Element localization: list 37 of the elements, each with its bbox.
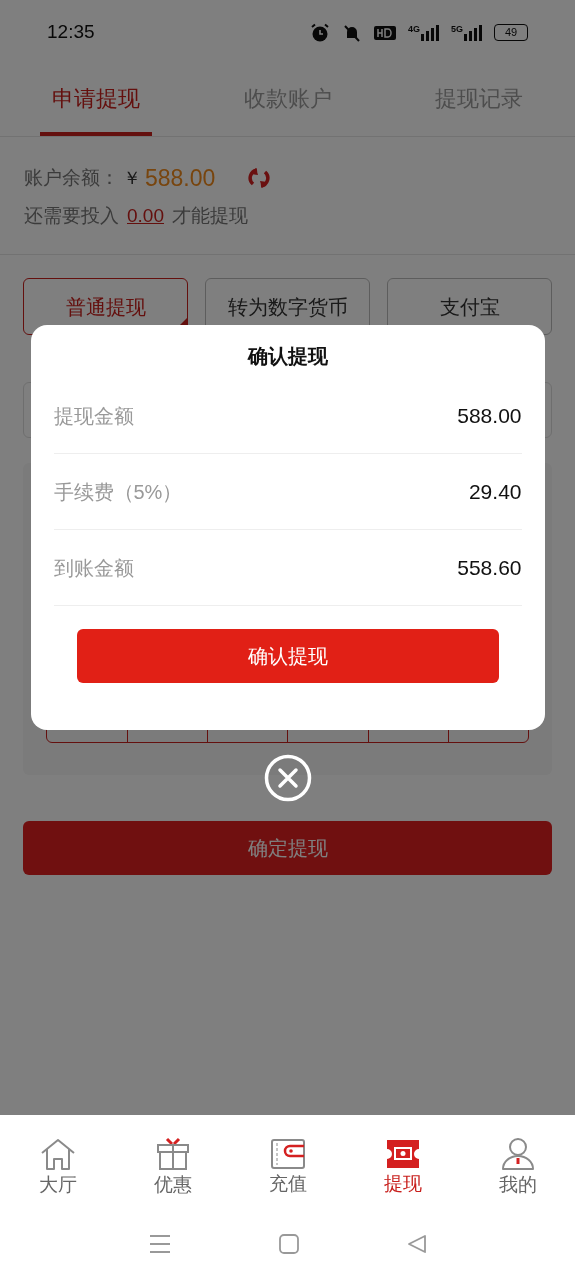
requirement-text: 才能提现 — [172, 203, 248, 228]
submit-button[interactable]: 确定提现 — [23, 821, 552, 875]
row-value: 588.00 — [457, 402, 522, 429]
balance-amount: 588.00 — [145, 164, 216, 193]
requirement-text: 还需要投入 — [24, 203, 119, 228]
row-value: 29.40 — [468, 478, 522, 505]
nav-item[interactable]: 提现 — [345, 1137, 460, 1193]
network-label: 5G — [451, 24, 463, 34]
hd-icon — [373, 24, 396, 41]
tab[interactable]: 申请提现 — [40, 65, 152, 136]
menu-icon[interactable] — [148, 1233, 171, 1254]
required-amount: 0.00 — [127, 203, 164, 228]
nav-item[interactable]: 大厅 — [0, 1136, 115, 1194]
home-square-icon[interactable] — [278, 1233, 299, 1254]
signal-icon — [421, 24, 439, 41]
nav-item[interactable]: 充值 — [230, 1137, 345, 1193]
confirm-button[interactable]: 确认提现 — [76, 629, 499, 683]
close-icon[interactable] — [263, 754, 312, 802]
row-label: 提现金额 — [53, 403, 134, 429]
row-value: 558.60 — [457, 554, 522, 581]
row-label: 到账金额 — [53, 555, 134, 581]
alarm-icon — [309, 22, 330, 43]
network-label: 4G — [407, 24, 420, 34]
balance-label: 账户余额： — [24, 166, 119, 190]
nav-item[interactable]: 优惠 — [115, 1136, 230, 1194]
status-time: 12:35 — [47, 20, 95, 45]
currency-symbol: ￥ — [123, 166, 141, 190]
battery-indicator: 49 — [494, 24, 528, 41]
nav-item[interactable]: 我的 — [460, 1136, 575, 1194]
back-icon[interactable] — [406, 1233, 427, 1254]
wallet-icon — [269, 1137, 306, 1170]
dialog-title: 确认提现 — [247, 344, 328, 369]
user-icon — [499, 1136, 536, 1171]
gift-icon — [155, 1136, 190, 1171]
signal-icon — [464, 24, 482, 41]
row-label: 手续费（5%） — [53, 479, 183, 505]
refresh-icon[interactable] — [247, 167, 272, 190]
